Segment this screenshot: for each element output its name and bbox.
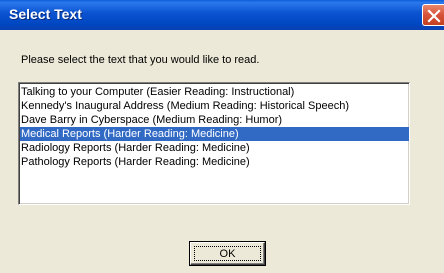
window-title: Select Text [9, 6, 82, 22]
title-bar[interactable]: Select Text [0, 0, 444, 30]
ok-button[interactable]: OK [190, 242, 265, 265]
list-item[interactable]: Medical Reports (Harder Reading: Medicin… [20, 127, 409, 141]
list-item[interactable]: Talking to your Computer (Easier Reading… [20, 85, 409, 99]
close-button[interactable] [422, 4, 444, 26]
list-item[interactable]: Kennedy's Inaugural Address (Medium Read… [20, 99, 409, 113]
text-selection-listbox[interactable]: Talking to your Computer (Easier Reading… [18, 82, 410, 205]
close-icon [427, 9, 441, 23]
instruction-text: Please select the text that you would li… [21, 54, 260, 66]
list-item[interactable]: Radiology Reports (Harder Reading: Medic… [20, 141, 409, 155]
ok-button-label: OK [219, 247, 236, 260]
list-item[interactable]: Dave Barry in Cyberspace (Medium Reading… [20, 113, 409, 127]
list-item[interactable]: Pathology Reports (Harder Reading: Medic… [20, 155, 409, 169]
select-text-dialog: Select Text Please select the text that … [0, 0, 444, 273]
